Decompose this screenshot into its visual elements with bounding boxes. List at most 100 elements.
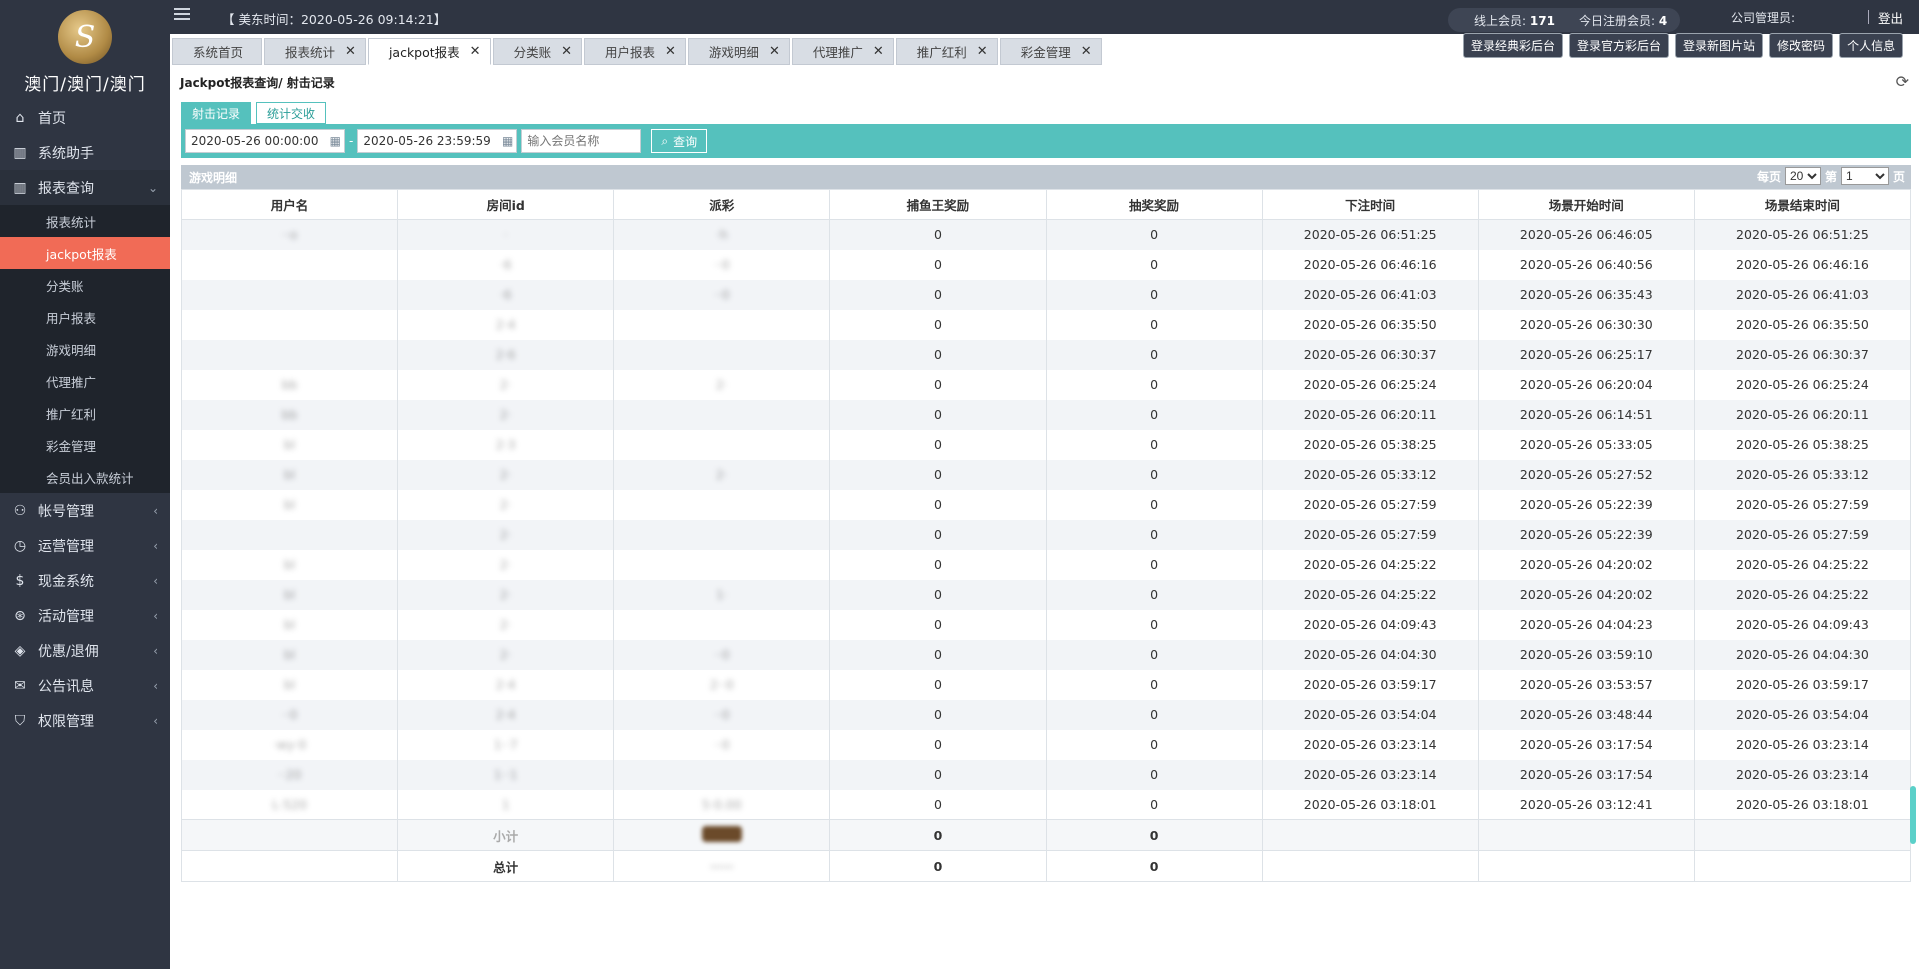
sidebar-subitem-3[interactable]: 用户报表	[0, 301, 170, 333]
table-row[interactable]: ·6 ··0 0 0 2020-05-26 06:46:16 2020-05-26 06:…	[180, 249, 1912, 280]
table-cell: 2020-05-26 03:23:14	[1693, 729, 1912, 760]
table-cell: 2020-05-26 04:25:22	[1693, 549, 1912, 580]
column-header[interactable]: 抽奖奖励	[1045, 189, 1263, 220]
top-button-3[interactable]: 修改密码	[1769, 33, 1834, 58]
sidebar-subitem-0[interactable]: 报表统计	[0, 205, 170, 237]
table-row[interactable]: bl 2· 1· 0 0 2020-05-26 04:25:22 2020-05-26 04…	[180, 579, 1912, 610]
table-row[interactable]: 2· 0 0 2020-05-26 05:27:59 2020-05-26 05:22:…	[180, 519, 1912, 550]
sidebar-item-label: 系统助手	[38, 145, 94, 162]
column-header[interactable]: 捕鱼王奖励	[829, 189, 1047, 220]
table-row[interactable]: bl 2· ··0 0 0 2020-05-26 04:04:30 2020-05-26 0…	[180, 639, 1912, 670]
column-header[interactable]: 用户名	[180, 189, 399, 220]
column-header[interactable]: 下注时间	[1261, 189, 1479, 220]
table-cell: ··0	[613, 279, 831, 310]
table-row[interactable]: bl 2· 0 0 2020-05-26 04:09:43 2020-05-26 04:0…	[180, 609, 1912, 640]
table-cell: 0	[1045, 669, 1263, 700]
page-select[interactable]: 1	[1840, 167, 1889, 185]
table-cell: 2020-05-26 06:51:25	[1261, 219, 1479, 250]
tab-0[interactable]: 系统首页	[172, 38, 263, 65]
sidebar-subitem-7[interactable]: 彩金管理	[0, 429, 170, 461]
sidebar-subitem-6[interactable]: 推广红利	[0, 397, 170, 429]
sidebar-item-4[interactable]: ◈ 优惠/退佣 ‹	[0, 633, 170, 668]
table-row[interactable]: bl 2·3 0 0 2020-05-26 05:38:25 2020-05-26 05:…	[180, 429, 1912, 460]
table-cell: 2020-05-26 04:09:43	[1693, 609, 1912, 640]
close-icon[interactable]: ✕	[873, 44, 884, 59]
table-row[interactable]: bl 2· 0 0 2020-05-26 05:27:59 2020-05-26 05:2…	[180, 489, 1912, 520]
tab-4[interactable]: 用户报表 ✕	[584, 38, 686, 65]
column-header[interactable]: 房间id	[397, 189, 615, 220]
table-row[interactable]: ··0 2·4 ··0 0 0 2020-05-26 03:54:04 2020-05-26…	[180, 699, 1912, 730]
top-button-0[interactable]: 登录经典彩后台	[1463, 33, 1564, 58]
close-icon[interactable]: ✕	[977, 44, 988, 59]
table-row[interactable]: ·wy·0 1··7 ··0 0 0 2020-05-26 03:23:14 2020-05…	[180, 729, 1912, 760]
table-row[interactable]: bl 2·4 2··0 0 0 2020-05-26 03:59:17 2020-05-26…	[180, 669, 1912, 700]
column-header[interactable]: 场景开始时间	[1477, 189, 1695, 220]
subtotal-row: 小计 0 0	[180, 819, 1912, 851]
start-date-input[interactable]	[185, 129, 345, 153]
sidebar-item-0[interactable]: ⚇ 帐号管理 ‹	[0, 493, 170, 528]
table-row[interactable]: ··20 1··1 0 0 2020-05-26 03:23:14 2020-05-26 …	[180, 759, 1912, 790]
sidebar-item-2[interactable]: $ 现金系统 ‹	[0, 563, 170, 598]
scrollbar-thumb[interactable]	[1910, 786, 1916, 844]
close-icon[interactable]: ✕	[345, 44, 356, 59]
table-row[interactable]: 2·6 0 0 2020-05-26 06:30:37 2020-05-26 06:25…	[180, 339, 1912, 370]
close-icon[interactable]: ✕	[1081, 44, 1092, 59]
subtab-shot-records[interactable]: 射击记录	[181, 102, 252, 124]
sidebar-item-1[interactable]: ▥ 系统助手	[0, 135, 170, 170]
end-date-wrap: ▦	[357, 129, 518, 153]
table-cell: 2020-05-26 03:53:57	[1477, 669, 1695, 700]
column-header[interactable]: 派彩	[613, 189, 831, 220]
table-cell: 2·	[613, 459, 831, 490]
calendar-icon[interactable]: ▦	[502, 134, 513, 148]
sidebar-item-6[interactable]: ⛉ 权限管理 ‹	[0, 703, 170, 738]
sidebar-subitem-2[interactable]: 分类账	[0, 269, 170, 301]
table-row[interactable]: bl 2· 2· 0 0 2020-05-26 05:33:12 2020-05-26 05…	[180, 459, 1912, 490]
tab-1[interactable]: 报表统计 ✕	[264, 38, 366, 65]
table-row[interactable]: ··o · ·h 0 0 2020-05-26 06:51:25 2020-05-26 06…	[180, 219, 1912, 250]
member-name-input[interactable]	[521, 129, 642, 153]
sidebar-subitem-1[interactable]: jackpot报表	[0, 237, 170, 269]
table-cell: ·6	[397, 249, 615, 280]
tab-2[interactable]: jackpot报表 ✕	[367, 38, 491, 65]
top-button-2[interactable]: 登录新图片站	[1675, 33, 1764, 58]
tab-7[interactable]: 推广红利 ✕	[895, 38, 998, 65]
close-icon[interactable]: ✕	[470, 44, 481, 59]
sidebar-item-3[interactable]: ⊛ 活动管理 ‹	[0, 598, 170, 633]
table-row[interactable]: ·6 ··0 0 0 2020-05-26 06:41:03 2020-05-26 06:…	[180, 279, 1912, 310]
tab-6[interactable]: 代理推广 ✕	[791, 38, 894, 65]
per-page-select[interactable]: 20	[1784, 167, 1821, 185]
sidebar-item-5[interactable]: ✉ 公告讯息 ‹	[0, 668, 170, 703]
table-row[interactable]: bl 2· 0 0 2020-05-26 04:25:22 2020-05-26 04:2…	[180, 549, 1912, 580]
calendar-icon[interactable]: ▦	[330, 134, 341, 148]
table-cell: bl	[180, 639, 399, 670]
online-members: 线上会员: 171	[1474, 13, 1555, 28]
table-row[interactable]: 2·4 0 0 2020-05-26 06:35:50 2020-05-26 06:30…	[180, 309, 1912, 340]
sidebar-subitem-8[interactable]: 会员出入款统计	[0, 461, 170, 493]
tab-8[interactable]: 彩金管理 ✕	[999, 38, 1102, 65]
table-row[interactable]: bb 2· 2· 0 0 2020-05-26 06:25:24 2020-05-26 06…	[180, 369, 1912, 400]
logout-link[interactable]: 登出	[1878, 8, 1903, 27]
close-icon[interactable]: ✕	[769, 44, 780, 59]
menu-toggle-icon[interactable]	[174, 8, 190, 20]
column-header[interactable]: 场景结束时间	[1693, 189, 1912, 220]
top-button-1[interactable]: 登录官方彩后台	[1569, 33, 1670, 58]
table-cell: 2020-05-26 06:30:30	[1477, 309, 1695, 340]
close-icon[interactable]: ✕	[561, 44, 572, 59]
end-date-input[interactable]	[357, 129, 518, 153]
refresh-icon[interactable]: ⟳	[1896, 72, 1909, 91]
table-cell: 0	[829, 789, 1047, 820]
subtab-settlement[interactable]: 统计交收	[256, 102, 327, 124]
table-row[interactable]: L·520 1 5·0.00 0 0 2020-05-26 03:18:01 2020-05…	[180, 789, 1912, 820]
sidebar-item-0[interactable]: ⌂ 首页	[0, 100, 170, 135]
sidebar-item-2[interactable]: ▥ 报表查询 ⌄	[0, 170, 170, 205]
table-cell: 0	[829, 339, 1047, 370]
close-icon[interactable]: ✕	[665, 44, 676, 59]
table-row[interactable]: bb 2· 0 0 2020-05-26 06:20:11 2020-05-26 06:1…	[180, 399, 1912, 430]
sidebar-subitem-5[interactable]: 代理推广	[0, 365, 170, 397]
top-button-4[interactable]: 个人信息	[1839, 33, 1904, 58]
query-button[interactable]: ⌕ 查询	[651, 129, 708, 153]
sidebar-subitem-4[interactable]: 游戏明细	[0, 333, 170, 365]
tab-5[interactable]: 游戏明细 ✕	[687, 38, 790, 65]
sidebar-item-1[interactable]: ◷ 运营管理 ‹	[0, 528, 170, 563]
tab-3[interactable]: 分类账 ✕	[492, 38, 582, 65]
